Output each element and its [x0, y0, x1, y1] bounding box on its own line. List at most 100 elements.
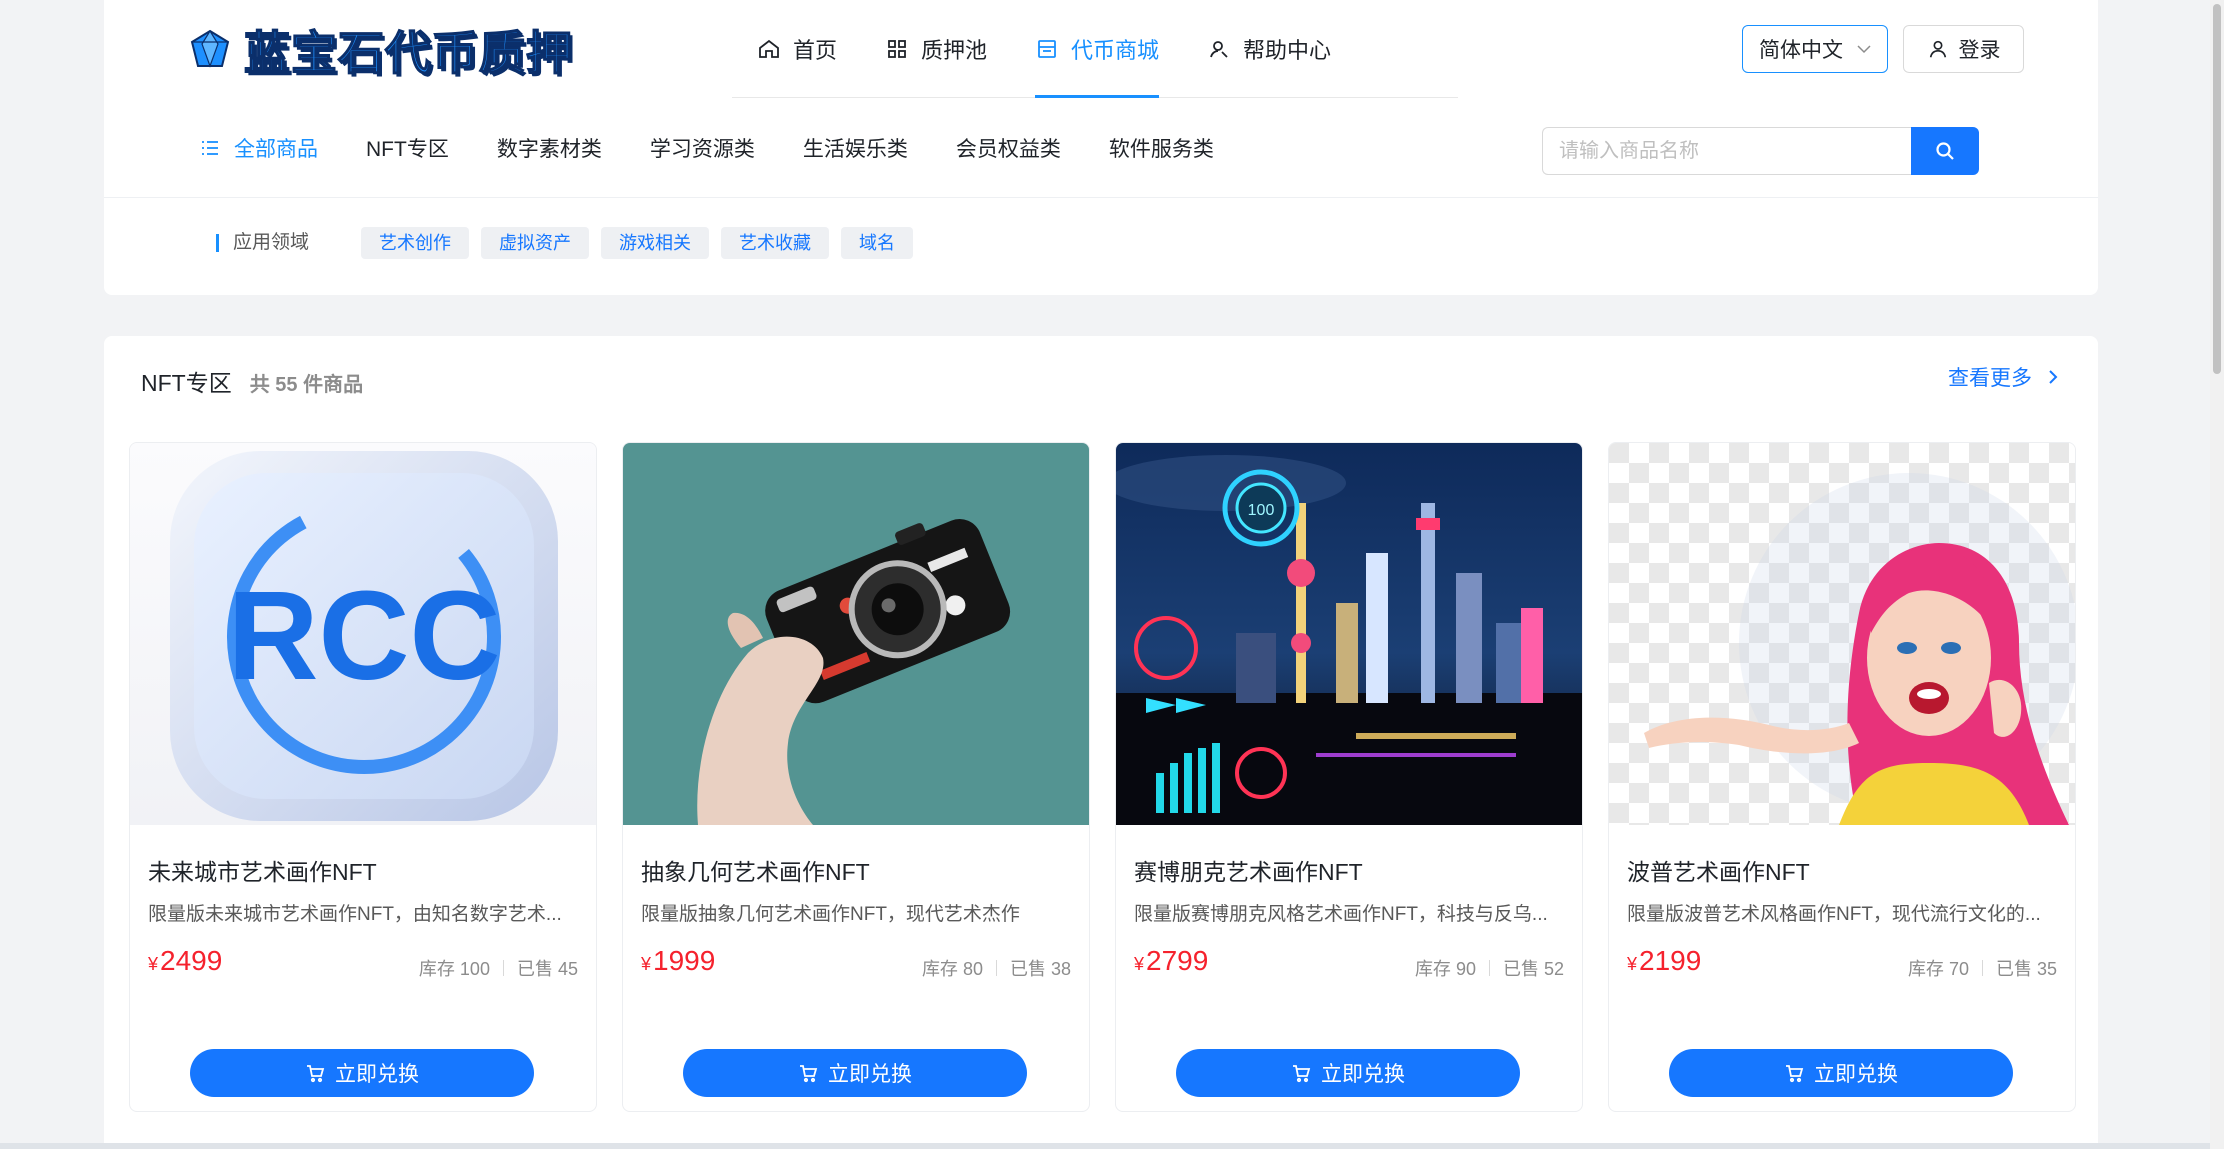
product-image-camera[interactable]	[623, 443, 1089, 825]
store-icon	[1038, 39, 1056, 58]
price-value: 2499	[160, 945, 223, 976]
main-nav: 首页 质押池 代币商城 帮助中心	[732, 0, 1458, 98]
product-card[interactable]: 波普艺术画作NFT 限量版波普艺术风格画作NFT，现代流行文化的... ¥219…	[1608, 442, 2076, 1112]
filter-tag-gaming[interactable]: 游戏相关	[601, 227, 710, 259]
brand-name: 蓝宝石代币质押	[243, 26, 573, 80]
cyberpunk-city-image: 100	[1116, 443, 1582, 825]
category-label: 生活娱乐类	[802, 138, 908, 161]
category-label: 学习资源类	[649, 138, 755, 161]
page-scrollbar[interactable]	[2210, 0, 2224, 1149]
horizontal-scrollbar	[0, 1143, 2210, 1149]
filter-tag-domain[interactable]: 域名	[841, 227, 914, 259]
nav-item-help-center[interactable]: 帮助中心	[1207, 0, 1331, 97]
product-image-pop-art[interactable]	[1609, 443, 2075, 825]
category-label: 软件服务类	[1108, 138, 1214, 161]
product-desc: 限量版赛博朋克风格艺术画作NFT，科技与反乌...	[1134, 904, 1548, 925]
price-value: 2199	[1639, 945, 1702, 976]
category-nft[interactable]: NFT专区	[366, 133, 449, 163]
redeem-button[interactable]: 立即兑换	[1176, 1049, 1520, 1097]
scrollbar-thumb[interactable]	[2213, 4, 2221, 374]
product-grid: RCC 未来城市艺术画作NFT 限量版未来城市艺术画作NFT，由知名数字艺术..…	[129, 442, 2076, 1112]
product-title[interactable]: 赛博朋克艺术画作NFT	[1134, 853, 1363, 887]
product-title[interactable]: 抽象几何艺术画作NFT	[641, 853, 870, 887]
sold-count: 已售 52	[1502, 959, 1564, 979]
nav-item-token-mall[interactable]: 代币商城	[1035, 0, 1160, 98]
product-desc: 限量版波普艺术风格画作NFT，现代流行文化的...	[1627, 904, 2041, 925]
product-title[interactable]: 波普艺术画作NFT	[1627, 853, 1810, 887]
redeem-button[interactable]: 立即兑换	[683, 1049, 1027, 1097]
product-count: 共 55 件商品	[249, 374, 364, 396]
rcc-text: RCC	[228, 565, 501, 706]
filter-tag-art-creation[interactable]: 艺术创作	[361, 227, 470, 259]
category-bar: 全部商品 NFT专区 数字素材类 学习资源类 生活娱乐类 会员权益类 软件服务类	[104, 98, 2098, 198]
pop-art-woman-image	[1609, 443, 2075, 825]
redeem-button[interactable]: 立即兑换	[190, 1049, 534, 1097]
price-value: 2799	[1146, 945, 1209, 976]
language-value: 简体中文	[1759, 39, 1843, 62]
category-learning[interactable]: 学习资源类	[650, 133, 755, 163]
section-title: NFT专区	[141, 370, 232, 396]
brand-logo[interactable]: 蓝宝石代币质押	[188, 20, 573, 80]
user-icon	[1929, 40, 1946, 58]
product-price: ¥2199	[1627, 945, 1701, 977]
filter-tag-art-collection[interactable]: 艺术收藏	[721, 227, 830, 259]
nft-section: NFT专区 共 55 件商品 查看更多 RCC 未来城市艺术画作NFT 限量版未…	[104, 336, 2098, 1149]
login-button[interactable]: 登录	[1903, 25, 2024, 73]
product-stats: 库存 70 已售 35	[1908, 955, 2057, 981]
view-more-label: 查看更多	[1948, 367, 2032, 390]
redeem-button[interactable]: 立即兑换	[1669, 1049, 2013, 1097]
redeem-label: 立即兑换	[828, 1063, 912, 1086]
chevron-right-icon	[2049, 370, 2058, 384]
product-price: ¥2799	[1134, 945, 1208, 977]
category-software[interactable]: 软件服务类	[1109, 133, 1214, 163]
product-card[interactable]: RCC 未来城市艺术画作NFT 限量版未来城市艺术画作NFT，由知名数字艺术..…	[129, 442, 597, 1112]
list-icon	[202, 141, 218, 155]
product-card[interactable]: 100 赛博朋克艺术画作NFT 限量版赛博朋克风格艺术画作NFT，科技与反乌..…	[1115, 442, 1583, 1112]
category-label: 数字素材类	[496, 138, 602, 161]
rcc-logo-image: RCC	[130, 443, 596, 825]
camera-in-hand-image	[623, 443, 1089, 825]
price-value: 1999	[653, 945, 716, 976]
category-label: 全部商品	[234, 138, 318, 161]
product-price: ¥1999	[641, 945, 715, 977]
product-title[interactable]: 未来城市艺术画作NFT	[148, 853, 377, 887]
category-label: NFT专区	[366, 138, 449, 161]
currency-symbol: ¥	[148, 954, 159, 974]
stock-count: 库存 100	[418, 959, 490, 979]
search-box	[1542, 127, 1979, 175]
product-image-rcc[interactable]: RCC	[130, 443, 596, 825]
sold-count: 已售 38	[1009, 959, 1071, 979]
cart-icon	[307, 1065, 325, 1083]
stock-count: 库存 90	[1414, 959, 1476, 979]
search-input[interactable]	[1542, 127, 1911, 175]
search-button[interactable]	[1911, 127, 1979, 175]
product-image-cyber-city[interactable]: 100	[1116, 443, 1582, 825]
badge-100-text: 100	[1248, 502, 1275, 519]
currency-symbol: ¥	[1134, 954, 1145, 974]
cart-icon	[1786, 1065, 1804, 1083]
category-lifestyle[interactable]: 生活娱乐类	[803, 133, 908, 163]
help-icon	[1210, 40, 1228, 58]
category-all[interactable]: 全部商品	[200, 133, 318, 163]
category-label: 会员权益类	[955, 138, 1061, 161]
nav-item-home[interactable]: 首页	[757, 0, 837, 97]
nav-item-staking-pool[interactable]: 质押池	[885, 0, 987, 97]
product-card[interactable]: 抽象几何艺术画作NFT 限量版抽象几何艺术画作NFT，现代艺术杰作 ¥1999 …	[622, 442, 1090, 1112]
nav-label: 首页	[793, 37, 838, 63]
cart-icon	[800, 1065, 818, 1083]
currency-symbol: ¥	[641, 954, 652, 974]
filter-label: 应用领域	[216, 233, 309, 252]
stock-count: 库存 70	[1907, 959, 1969, 979]
sapphire-gem-icon	[190, 29, 230, 68]
filter-tag-virtual-assets[interactable]: 虚拟资产	[481, 227, 590, 259]
stock-count: 库存 80	[921, 959, 983, 979]
view-more-link[interactable]: 查看更多	[1948, 362, 2062, 392]
search-icon	[1936, 142, 1954, 160]
category-membership[interactable]: 会员权益类	[956, 133, 1061, 163]
currency-symbol: ¥	[1627, 954, 1638, 974]
category-digital-assets[interactable]: 数字素材类	[497, 133, 602, 163]
language-select[interactable]: 简体中文	[1742, 25, 1888, 73]
product-desc: 限量版抽象几何艺术画作NFT，现代艺术杰作	[641, 904, 1020, 925]
section-header: NFT专区 共 55 件商品	[141, 364, 363, 398]
product-desc: 限量版未来城市艺术画作NFT，由知名数字艺术...	[148, 904, 562, 925]
